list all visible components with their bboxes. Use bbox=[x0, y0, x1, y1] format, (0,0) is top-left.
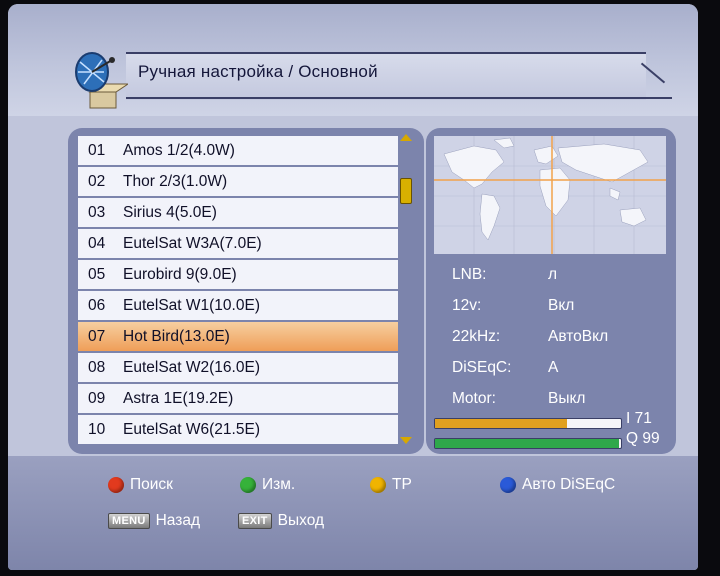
satellite-name: Astra 1E(19.2E) bbox=[123, 390, 234, 407]
lnb-value: л bbox=[548, 266, 558, 283]
satellite-name: Sirius 4(5.0E) bbox=[123, 204, 217, 221]
world-map bbox=[434, 136, 666, 254]
satellite-row[interactable]: 04 EutelSat W3A(7.0E) bbox=[78, 229, 398, 260]
green-key-label: Изм. bbox=[262, 476, 296, 493]
menu-button-icon: MENU bbox=[108, 513, 150, 529]
satellite-row[interactable]: 03 Sirius 4(5.0E) bbox=[78, 198, 398, 229]
satellite-name: Eurobird 9(9.0E) bbox=[123, 266, 237, 283]
yellow-key[interactable]: TP bbox=[370, 476, 412, 494]
satellite-number: 10 bbox=[88, 421, 106, 438]
menu-back-key[interactable]: MENU Назад bbox=[108, 512, 200, 530]
scroll-thumb[interactable] bbox=[400, 178, 412, 204]
satellite-dish-icon bbox=[75, 52, 128, 109]
signal-quality-fill bbox=[435, 439, 620, 448]
satellite-name: Amos 1/2(4.0W) bbox=[123, 142, 235, 159]
satellite-number: 09 bbox=[88, 390, 106, 407]
blue-key-label: Авто DiSEqC bbox=[522, 476, 616, 493]
green-key[interactable]: Изм. bbox=[240, 476, 295, 494]
yellow-button-icon bbox=[370, 477, 386, 493]
exit-key[interactable]: EXIT Выход bbox=[238, 512, 324, 530]
blue-button-icon bbox=[500, 477, 516, 493]
22khz-value: АвтоВкл bbox=[548, 328, 609, 345]
red-button-icon bbox=[108, 477, 124, 493]
satellite-row[interactable]: 08 EutelSat W2(16.0E) bbox=[78, 353, 398, 384]
satellite-row[interactable]: 05 Eurobird 9(9.0E) bbox=[78, 260, 398, 291]
12v-label: 12v: bbox=[452, 297, 482, 314]
satellite-number: 03 bbox=[88, 204, 106, 221]
satellite-row[interactable]: 10 EutelSat W6(21.5E) bbox=[78, 415, 398, 446]
main-area: 01 Amos 1/2(4.0W) 02 Thor 2/3(1.0W) 03 Sirius… bbox=[8, 116, 698, 456]
satellite-row[interactable]: 01 Amos 1/2(4.0W) bbox=[78, 136, 398, 167]
satellite-name: EutelSat W2(16.0E) bbox=[123, 359, 260, 376]
satellite-number: 08 bbox=[88, 359, 106, 376]
scrollbar[interactable] bbox=[398, 134, 414, 444]
satellite-list-panel: 01 Amos 1/2(4.0W) 02 Thor 2/3(1.0W) 03 Sirius… bbox=[68, 128, 424, 454]
satellite-number: 05 bbox=[88, 266, 106, 283]
satellite-name: Thor 2/3(1.0W) bbox=[123, 173, 228, 190]
scroll-up-icon[interactable] bbox=[400, 134, 412, 141]
lnb-info: LNB: л 12v: Вкл 22kHz: АвтоВкл DiSEqC: A… bbox=[452, 260, 672, 415]
diseqc-label: DiSEqC: bbox=[452, 359, 512, 376]
info-row-lnb[interactable]: LNB: л bbox=[452, 260, 672, 291]
motor-value: Выкл bbox=[548, 390, 586, 407]
satellite-number: 02 bbox=[88, 173, 106, 190]
screen: Ручная настройка / Основной 01 Amos 1/2(4… bbox=[8, 4, 698, 570]
satellite-name: EutelSat W6(21.5E) bbox=[123, 421, 260, 438]
info-row-22khz[interactable]: 22kHz: АвтоВкл bbox=[452, 322, 672, 353]
green-button-icon bbox=[240, 477, 256, 493]
info-panel: LNB: л 12v: Вкл 22kHz: АвтоВкл DiSEqC: A… bbox=[426, 128, 676, 454]
signal-intensity-bar bbox=[434, 418, 622, 429]
lnb-label: LNB: bbox=[452, 266, 487, 283]
exit-label: Выход bbox=[277, 512, 325, 529]
red-key[interactable]: Поиск bbox=[108, 476, 173, 494]
scroll-down-icon[interactable] bbox=[400, 437, 412, 444]
info-row-diseqc[interactable]: DiSEqC: A bbox=[452, 353, 672, 384]
satellite-row[interactable]: 07 Hot Bird(13.0E) bbox=[78, 322, 398, 353]
satellite-row[interactable]: 02 Thor 2/3(1.0W) bbox=[78, 167, 398, 198]
signal-quality-label: Q 99 bbox=[626, 430, 660, 447]
signal-intensity-fill bbox=[435, 419, 568, 428]
page-title: Ручная настройка / Основной bbox=[138, 62, 378, 81]
22khz-label: 22kHz: bbox=[452, 328, 501, 345]
red-key-label: Поиск bbox=[130, 476, 173, 493]
satellite-number: 01 bbox=[88, 142, 106, 159]
footer: Поиск Изм. TP Авто DiSEqC MENU Назад EXI… bbox=[8, 456, 698, 570]
signal-quality-bar bbox=[434, 438, 622, 449]
satellite-list: 01 Amos 1/2(4.0W) 02 Thor 2/3(1.0W) 03 Sirius… bbox=[78, 136, 398, 446]
satellite-number: 07 bbox=[88, 328, 106, 345]
yellow-key-label: TP bbox=[392, 476, 412, 493]
satellite-number: 04 bbox=[88, 235, 106, 252]
exit-button-icon: EXIT bbox=[238, 513, 272, 529]
12v-value: Вкл bbox=[548, 297, 575, 314]
diseqc-value: A bbox=[548, 359, 559, 376]
motor-label: Motor: bbox=[452, 390, 496, 407]
signal-intensity-label: I 71 bbox=[626, 410, 652, 427]
satellite-name: EutelSat W1(10.0E) bbox=[123, 297, 260, 314]
satellite-number: 06 bbox=[88, 297, 106, 314]
header: Ручная настройка / Основной bbox=[8, 4, 698, 116]
satellite-row[interactable]: 06 EutelSat W1(10.0E) bbox=[78, 291, 398, 322]
satellite-row[interactable]: 09 Astra 1E(19.2E) bbox=[78, 384, 398, 415]
info-row-12v[interactable]: 12v: Вкл bbox=[452, 291, 672, 322]
menu-back-label: Назад bbox=[155, 512, 201, 529]
satellite-name: Hot Bird(13.0E) bbox=[123, 328, 230, 345]
header-divider bbox=[126, 97, 672, 99]
blue-key[interactable]: Авто DiSEqC bbox=[500, 476, 615, 494]
satellite-name: EutelSat W3A(7.0E) bbox=[123, 235, 262, 252]
